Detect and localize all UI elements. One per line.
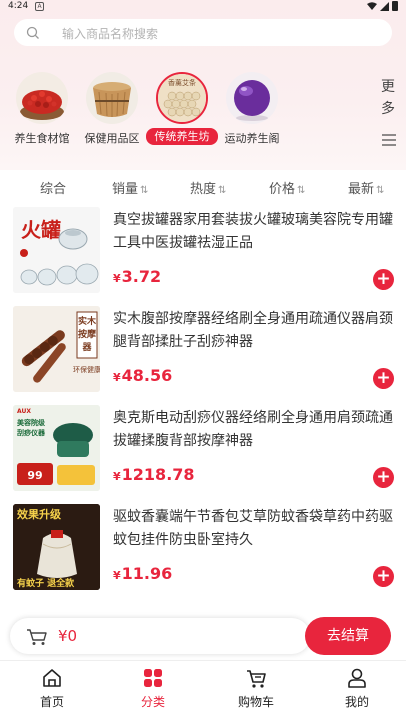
status-icons — [367, 1, 398, 11]
product-image: 实木 按摩 器 环保健康 — [13, 306, 100, 392]
cart-icon — [247, 670, 266, 688]
sort-tab-comprehensive[interactable]: 综合 — [40, 178, 66, 197]
product-title: 真空拔罐器家用套装拔火罐玻璃美容院专用罐工具中医拔罐祛湿正品 — [113, 212, 393, 251]
checkout-button[interactable]: 去结算 — [305, 617, 391, 655]
product-title: 实木腹部按摩器经络刷全身通用疏通仪器肩颈腿背部揉肚子刮痧神器 — [113, 311, 393, 350]
sort-label: 综合 — [40, 182, 67, 197]
price-value: 3.72 — [121, 267, 162, 286]
cart-icon — [27, 629, 47, 645]
product-title: 奥克斯电动刮痧仪器经络刷全身通用肩颈疏通拔罐揉腹背部按摩神器 — [113, 410, 393, 449]
category-label: 传统养生坊 — [146, 128, 218, 145]
goji-berries-image — [16, 72, 68, 124]
tab-profile[interactable]: 我的 — [327, 661, 387, 710]
menu-icon[interactable] — [382, 134, 396, 146]
currency-symbol: ¥ — [113, 470, 121, 483]
notification-icon: A — [35, 2, 44, 11]
category-item-sports[interactable]: 运动养生阁 — [212, 72, 292, 145]
cart-summary[interactable]: ¥0 — [10, 618, 310, 654]
svg-text:香薰艾条: 香薰艾条 — [168, 78, 196, 87]
category-label: 保健用品区 — [84, 132, 140, 145]
product-title: 驱蚊香囊端午节香包艾草防蚊香袋草药中药驱蚊包挂件防虫卧室持久 — [113, 509, 393, 548]
sort-tab-price[interactable]: 价格 ⇅ — [269, 178, 305, 197]
sort-arrows-icon: ⇅ — [140, 185, 149, 196]
moxa-sticks-image: 香薰艾条 — [156, 72, 208, 124]
currency-symbol: ¥ — [113, 371, 121, 384]
sort-tab-popularity[interactable]: 热度 ⇅ — [190, 178, 226, 197]
add-to-cart-button[interactable]: + — [373, 368, 394, 389]
product-image-subtext: 有蚊子 退全款 — [17, 577, 75, 589]
wooden-foot-tub-image — [86, 72, 138, 124]
tab-home[interactable]: 首页 — [22, 661, 82, 710]
battery-icon — [392, 1, 398, 11]
more-categories-button[interactable]: 更多 — [378, 76, 398, 120]
currency-symbol: ¥ — [113, 569, 121, 582]
tab-label: 分类 — [140, 695, 165, 709]
add-to-cart-button[interactable]: + — [373, 269, 394, 290]
tab-label: 我的 — [344, 695, 369, 709]
sort-arrows-icon: ⇅ — [218, 185, 227, 196]
product-item[interactable]: 效果升级 有蚊子 退全款 驱蚊香囊端午节香包艾草防蚊香袋草药中药驱蚊包挂件防虫卧… — [0, 504, 406, 602]
category-item-traditional[interactable]: 香薰艾条 传统养生坊 — [142, 72, 222, 145]
user-icon — [348, 668, 366, 688]
product-price: ¥1218.78 — [113, 465, 195, 484]
signal-icon — [380, 1, 389, 11]
product-image-price: 99 — [27, 469, 42, 482]
yoga-ball-image — [226, 72, 278, 124]
product-image-brand: AUX — [17, 408, 31, 415]
product-item[interactable]: 火罐 真空拔罐器家用套装拔火罐玻璃美容院专用罐工具中医拔罐祛湿正品 ¥3.72 … — [0, 207, 406, 305]
product-image-text: 效果升级 — [17, 507, 62, 521]
search-input[interactable]: 输入商品名称搜索 — [62, 25, 158, 42]
wifi-icon — [367, 2, 377, 10]
product-image: 效果升级 有蚊子 退全款 — [13, 504, 100, 590]
bottom-tab-bar: 首页 分类 购物车 我的 — [0, 660, 406, 715]
sort-label: 热度 — [190, 182, 217, 197]
category-item-health-goods[interactable]: 保健用品区 — [72, 72, 152, 145]
status-time: 4:24 — [8, 1, 29, 11]
category-item-food[interactable]: 养生食材馆 — [2, 72, 82, 145]
svg-text:器: 器 — [81, 342, 92, 353]
tab-category[interactable]: 分类 — [123, 661, 183, 710]
svg-text:美容院级: 美容院级 — [17, 418, 46, 427]
product-item[interactable]: AUX 美容院级 刮痧仪器 99 奥克斯电动刮痧仪器经络刷全身通用肩颈疏通拔罐揉… — [0, 405, 406, 503]
more-label: 更多 — [381, 79, 395, 117]
sort-label: 价格 — [269, 182, 296, 197]
cart-total: ¥0 — [58, 627, 78, 645]
status-bar: 4:24 A — [0, 0, 406, 14]
search-icon — [26, 26, 39, 39]
sort-label: 最新 — [348, 182, 375, 197]
price-value: 1218.78 — [121, 465, 195, 484]
currency-symbol: ¥ — [113, 272, 121, 285]
product-image: AUX 美容院级 刮痧仪器 99 — [13, 405, 100, 491]
category-label: 运动养生阁 — [224, 132, 280, 145]
category-icon — [144, 669, 162, 687]
add-to-cart-button[interactable]: + — [373, 566, 394, 587]
sort-tab-sales[interactable]: 销量 ⇅ — [112, 178, 148, 197]
product-item[interactable]: 实木 按摩 器 环保健康 实木腹部按摩器经络刷全身通用疏通仪器肩颈腿背部揉肚子刮… — [0, 306, 406, 404]
sort-arrows-icon: ⇅ — [297, 185, 306, 196]
home-icon — [43, 669, 61, 687]
product-price: ¥48.56 — [113, 366, 172, 385]
sort-arrows-icon: ⇅ — [376, 185, 385, 196]
sort-label: 销量 — [112, 182, 139, 197]
add-to-cart-button[interactable]: + — [373, 467, 394, 488]
sort-bar: 综合 销量 ⇅ 热度 ⇅ 价格 ⇅ 最新 ⇅ — [0, 172, 406, 200]
tab-label: 购物车 — [237, 695, 274, 709]
svg-text:按摩: 按摩 — [78, 328, 96, 340]
price-value: 48.56 — [121, 366, 173, 385]
search-bar[interactable]: 输入商品名称搜索 — [14, 19, 392, 46]
product-image-text: 火罐 — [21, 218, 61, 242]
tab-cart[interactable]: 购物车 — [226, 661, 286, 710]
svg-text:刮痧仪器: 刮痧仪器 — [17, 428, 46, 437]
product-price: ¥3.72 — [113, 267, 161, 286]
product-image-subtext: 环保健康 — [73, 365, 100, 374]
category-label: 养生食材馆 — [14, 132, 70, 145]
product-price: ¥11.96 — [113, 564, 172, 583]
tab-label: 首页 — [39, 695, 64, 709]
price-value: 11.96 — [121, 564, 173, 583]
svg-text:实木: 实木 — [78, 315, 97, 327]
product-image: 火罐 — [13, 207, 100, 293]
sort-tab-newest[interactable]: 最新 ⇅ — [348, 178, 384, 197]
